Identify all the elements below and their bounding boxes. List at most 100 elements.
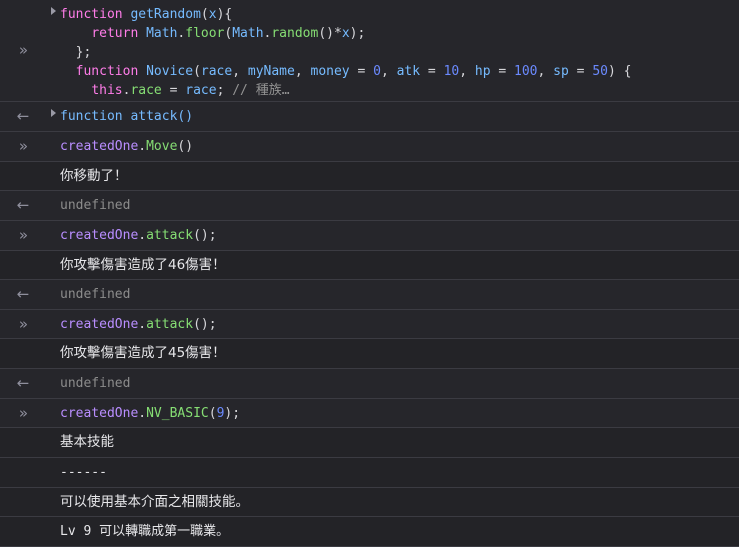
input-expression-code: function getRandom(x){ return Math.floor… [60,0,739,106]
code-token: function [60,7,123,22]
input-chevron-icon: » [0,221,46,250]
code-token: , [295,64,311,79]
code-token: getRandom [130,7,200,22]
arrow-left-icon: ← [17,109,30,124]
code-token [60,26,91,41]
code-token: = [420,64,443,79]
code-token [138,64,146,79]
console-log-row[interactable]: 你移動了！ [0,162,739,192]
input-chevron-icon: » [0,399,46,428]
result-arrow-icon: ← [0,102,46,131]
code-token: Math [146,26,177,41]
result-arrow-icon: ← [0,280,46,309]
arrow-left-icon: ← [17,198,30,213]
console-log-row[interactable]: 你攻擊傷害造成了45傷害！ [0,339,739,369]
chevron-double-right-icon: » [19,139,27,154]
code-token: race [185,83,216,98]
code-token: hp [475,64,491,79]
input-expression-code: createdOne.NV_BASIC(9); [60,399,739,429]
code-token: 10 [444,64,460,79]
result-value-code: undefined [60,369,739,399]
code-token: x [209,7,217,22]
input-expression-code: createdOne.Move() [60,132,739,162]
code-token: undefined [60,287,130,302]
console-log-row[interactable]: 你攻擊傷害造成了46傷害！ [0,251,739,281]
console-log-row[interactable]: 可以使用基本介面之相關技能。 [0,488,739,518]
code-token: atk [397,64,420,79]
code-token: 0 [373,64,381,79]
console-log-row[interactable]: Lv 9 可以轉職成第一職業。 [0,517,739,547]
input-expression-code: createdOne.attack(); [60,221,739,251]
code-token: function [76,64,139,79]
code-token: return [91,26,138,41]
input-chevron-icon: » [0,310,46,339]
code-token: * [334,26,342,41]
arrow-left-icon: ← [17,376,30,391]
log-gutter-spacer [0,517,46,546]
console-input-row[interactable]: »function getRandom(x){ return Math.floo… [0,0,739,102]
expand-triangle-icon[interactable] [46,109,60,117]
code-token: () [177,139,193,154]
chevron-double-right-icon: » [19,43,27,58]
code-token: ) { [608,64,631,79]
result-value-code: undefined [60,191,739,221]
code-token: ); [350,26,366,41]
log-gutter-spacer [0,488,46,517]
code-token: createdOne [60,317,138,332]
code-token: }; [60,45,91,60]
code-token: ); [224,406,240,421]
log-message-text: 你攻擊傷害造成了46傷害！ [60,251,739,281]
code-token: random [271,26,318,41]
console-result-row[interactable]: ← function attack() [0,102,739,132]
code-token: createdOne [60,139,138,154]
code-token: attack [146,317,193,332]
chevron-double-right-icon: » [19,406,27,421]
result-arrow-icon: ← [0,191,46,220]
log-gutter-spacer [0,458,46,487]
code-token [60,83,91,98]
console-log-row[interactable]: ------ [0,458,739,488]
code-token: (); [193,228,216,243]
console-result-row[interactable]: ← undefined [0,191,739,221]
console-input-row[interactable]: » createdOne.attack(); [0,221,739,251]
console-output-panel[interactable]: »function getRandom(x){ return Math.floo… [0,0,739,547]
log-gutter-spacer [0,162,46,191]
code-token: { [224,7,232,22]
console-log-row[interactable]: 基本技能 [0,428,739,458]
result-arrow-icon: ← [0,369,46,398]
code-token: attack [146,228,193,243]
code-token: = [491,64,514,79]
code-token [60,64,76,79]
code-token: = [162,83,185,98]
log-message-text: Lv 9 可以轉職成第一職業。 [60,517,739,547]
code-token: = [350,64,373,79]
code-token: , [381,64,397,79]
code-token: , [459,64,475,79]
expand-triangle-icon[interactable] [46,7,60,15]
code-token: x [342,26,350,41]
console-result-row[interactable]: ← undefined [0,369,739,399]
console-input-row[interactable]: »createdOne.attack(); [0,310,739,340]
code-token: undefined [60,198,130,213]
code-token: Math [232,26,263,41]
console-result-row[interactable]: ← undefined [0,280,739,310]
code-token: floor [185,26,224,41]
code-token [138,26,146,41]
code-token: 50 [592,64,608,79]
code-token: money [311,64,350,79]
console-input-row[interactable]: » createdOne.NV_BASIC(9); [0,399,739,429]
result-value-code: function attack() [60,102,739,132]
code-token: , [538,64,554,79]
log-message-text: ------ [60,458,739,488]
arrow-left-icon: ← [17,287,30,302]
log-message-text: 基本技能 [60,428,739,458]
code-token: function attack() [60,109,193,124]
code-token: sp [553,64,569,79]
code-token: , [232,64,248,79]
chevron-double-right-icon: » [19,317,27,332]
code-token: ( [193,64,201,79]
result-value-code: undefined [60,280,739,310]
code-token: Move [146,139,177,154]
input-chevron-icon: » [0,132,46,161]
console-input-row[interactable]: » createdOne.Move() [0,132,739,162]
